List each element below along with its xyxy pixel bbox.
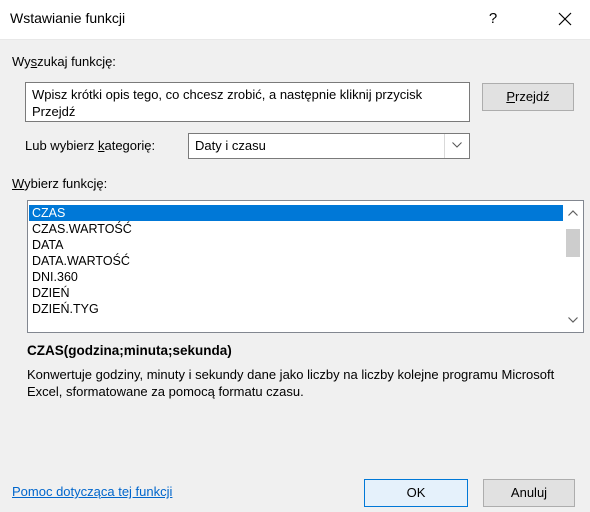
- function-help-link[interactable]: Pomoc dotycząca tej funkcji: [12, 484, 172, 499]
- scroll-thumb[interactable]: [566, 229, 580, 257]
- title-bar: Wstawianie funkcji ?: [0, 0, 590, 40]
- go-button-accesskey: P: [506, 89, 515, 104]
- category-label: Lub wybierz kategorię:: [25, 138, 155, 153]
- close-button[interactable]: [548, 4, 582, 34]
- category-label-part: ategorię:: [104, 138, 156, 153]
- chevron-down-icon: [452, 142, 462, 148]
- category-selected-value: Daty i czasu: [195, 138, 266, 153]
- function-list-item[interactable]: CZAS.WARTOŚĆ: [29, 221, 563, 237]
- function-list-item[interactable]: DNI.360: [29, 269, 563, 285]
- chevron-down-icon: [568, 317, 578, 323]
- function-list-label-part: ybierz funkcję:: [24, 176, 108, 191]
- dialog-title: Wstawianie funkcji: [10, 10, 126, 26]
- dropdown-arrow[interactable]: [444, 134, 469, 158]
- insert-function-dialog: Wstawianie funkcji ? Wyszukaj funkcję: W…: [0, 0, 590, 512]
- search-label-part: Wy: [12, 54, 31, 69]
- function-list-item[interactable]: DZIEŃ.TYG: [29, 301, 563, 317]
- function-list-item[interactable]: DATA: [29, 237, 563, 253]
- function-list-item[interactable]: DATA.WARTOŚĆ: [29, 253, 563, 269]
- function-list-scrollbar[interactable]: [563, 201, 583, 332]
- close-icon: [558, 12, 572, 26]
- cancel-button[interactable]: Anuluj: [483, 479, 575, 507]
- search-label-part: zukaj funkcję:: [37, 54, 116, 69]
- function-signature: CZAS(godzina;minuta;sekunda): [27, 343, 232, 358]
- scroll-down-button[interactable]: [563, 311, 583, 329]
- chevron-up-icon: [568, 210, 578, 216]
- go-button[interactable]: Przejdź: [482, 83, 574, 111]
- function-list-item[interactable]: CZAS: [29, 205, 563, 221]
- function-list-item[interactable]: DZIEŃ: [29, 285, 563, 301]
- search-input[interactable]: Wpisz krótki opis tego, co chcesz zrobić…: [25, 82, 470, 122]
- go-button-label: rzejdź: [514, 89, 550, 104]
- category-label-part: Lub wybierz: [25, 138, 98, 153]
- scroll-up-button[interactable]: [563, 204, 583, 222]
- function-description: Konwertuje godziny, minuty i sekundy dan…: [27, 367, 555, 399]
- help-button[interactable]: ?: [478, 4, 508, 34]
- function-list-label: Wybierz funkcję:: [12, 176, 107, 191]
- category-dropdown[interactable]: Daty i czasu: [188, 133, 470, 159]
- function-list[interactable]: CZAS CZAS.WARTOŚĆ DATA DATA.WARTOŚĆ DNI.360 D…: [27, 200, 584, 333]
- function-list-items: CZAS CZAS.WARTOŚĆ DATA DATA.WARTOŚĆ DNI.360 D…: [29, 205, 563, 317]
- search-label: Wyszukaj funkcję:: [12, 54, 116, 69]
- ok-button[interactable]: OK: [364, 479, 468, 507]
- function-list-label-accesskey: W: [12, 176, 25, 191]
